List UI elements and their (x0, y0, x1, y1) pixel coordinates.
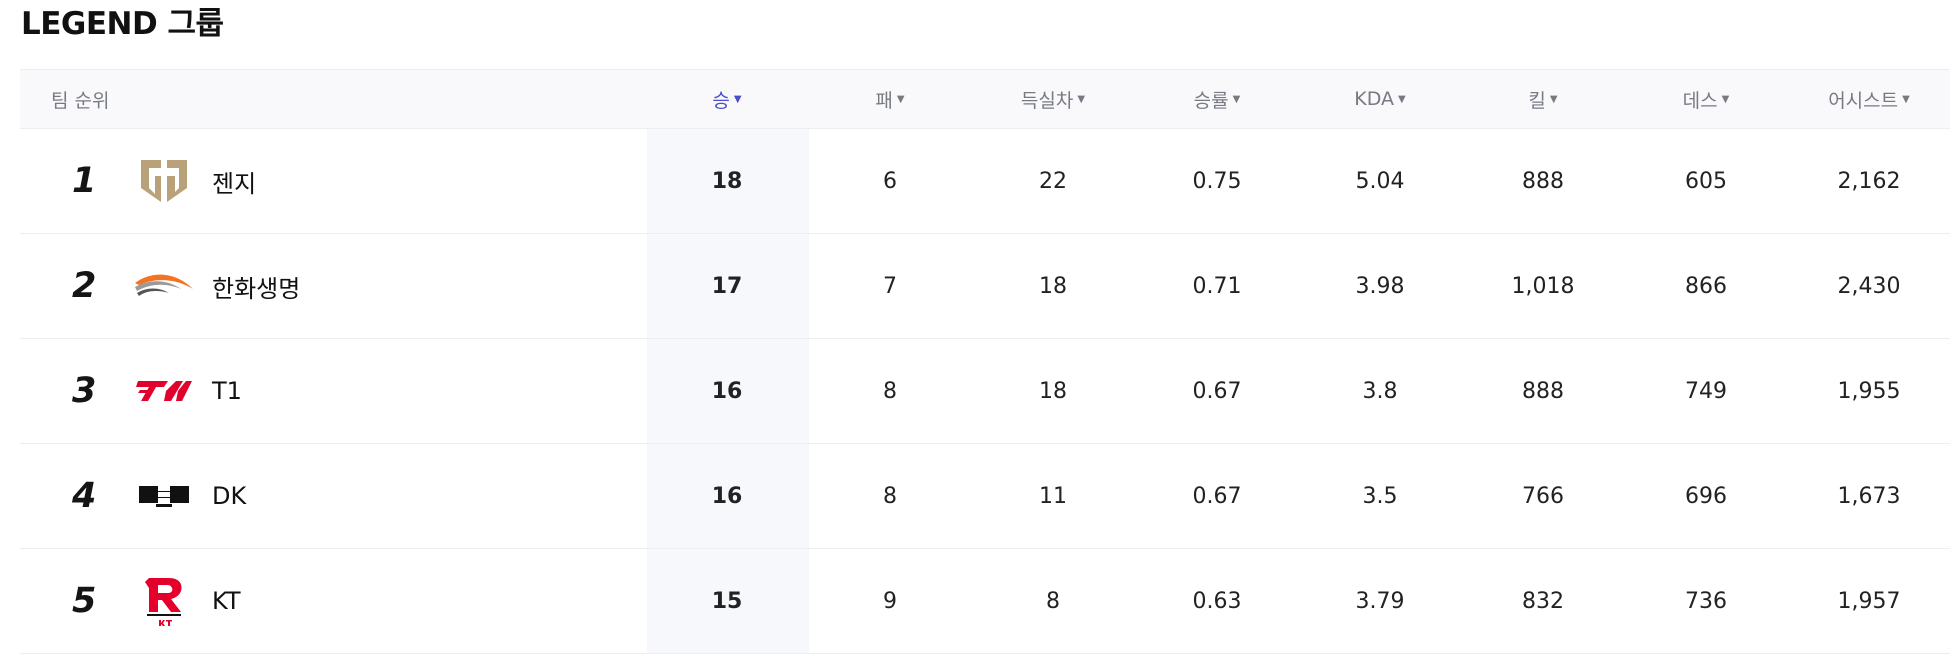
diff-cell: 18 (1039, 378, 1067, 404)
deaths-cell: 605 (1685, 168, 1727, 194)
table-row: 1 젠지 18 6 22 0.75 5.04 888 605 2,162 (20, 129, 1950, 234)
kills-cell: 832 (1522, 588, 1564, 614)
diff-cell: 8 (1046, 588, 1060, 614)
deaths-cell: 866 (1685, 273, 1727, 299)
sort-caret-icon: ▼ (1077, 94, 1086, 105)
t1-logo-icon (132, 361, 196, 421)
losses-cell: 9 (883, 588, 897, 614)
losses-cell: 8 (883, 378, 897, 404)
wins-cell: 15 (711, 588, 743, 614)
rank-number: 3 (72, 371, 97, 411)
kda-cell: 3.5 (1362, 483, 1398, 509)
sort-caret-icon: ▼ (733, 94, 742, 105)
gen-g-logo-icon (132, 151, 196, 211)
header-losses[interactable]: 패 ▼ (875, 70, 904, 128)
kda-cell: 5.04 (1355, 168, 1405, 194)
sort-caret-icon: ▼ (1549, 94, 1558, 105)
winrate-cell: 0.75 (1192, 168, 1242, 194)
assists-cell: 2,162 (1837, 168, 1901, 194)
team-name[interactable]: T1 (212, 339, 242, 443)
standings-table: 팀 순위 승 ▼ 패 ▼ 득실차 ▼ 승률 ▼ KDA ▼ 킬 ▼ 데스 ▼ 어… (20, 69, 1950, 654)
wins-cell: 16 (711, 378, 743, 404)
rank-number: 5 (72, 581, 97, 621)
wins-cell: 17 (711, 273, 743, 299)
header-kda-label: KDA (1354, 88, 1395, 110)
assists-cell: 2,430 (1837, 273, 1901, 299)
sort-caret-icon: ▼ (1398, 94, 1406, 105)
header-kda[interactable]: KDA ▼ (1354, 70, 1405, 128)
header-assists[interactable]: 어시스트 ▼ (1828, 70, 1910, 128)
team-name[interactable]: 한화생명 (212, 234, 300, 338)
header-wins-label: 승 (712, 89, 730, 112)
sort-caret-icon: ▼ (1232, 94, 1241, 105)
team-name[interactable]: DK (212, 444, 246, 548)
wins-cell: 18 (711, 168, 743, 194)
hanwha-life-logo-icon (132, 256, 196, 316)
team-name[interactable]: KT (212, 549, 241, 653)
losses-cell: 7 (883, 273, 897, 299)
kda-cell: 3.79 (1355, 588, 1405, 614)
kda-cell: 3.8 (1362, 378, 1398, 404)
deaths-cell: 736 (1685, 588, 1727, 614)
table-row: 5 KT 15 9 8 0.63 3.79 832 736 1,957 (20, 549, 1950, 654)
header-assists-label: 어시스트 (1828, 89, 1899, 112)
sort-caret-icon: ▼ (1902, 94, 1910, 105)
sort-caret-icon: ▼ (896, 94, 905, 105)
winrate-cell: 0.67 (1192, 483, 1242, 509)
header-diff-label: 득실차 (1020, 89, 1074, 112)
header-wins[interactable]: 승 ▼ (712, 70, 741, 128)
table-row: 4 DK 16 8 11 0.67 3.5 766 696 1,673 (20, 444, 1950, 549)
wins-cell: 16 (711, 483, 743, 509)
header-team-rank: 팀 순위 (51, 89, 110, 112)
header-winrate-label: 승률 (1193, 89, 1229, 112)
diff-cell: 22 (1039, 168, 1067, 194)
kills-cell: 888 (1522, 168, 1564, 194)
sort-caret-icon: ▼ (1721, 94, 1730, 105)
rank-number: 1 (72, 161, 97, 201)
winrate-cell: 0.63 (1192, 588, 1242, 614)
page-title: LEGEND 그룹 (21, 6, 224, 42)
rank-number: 2 (72, 266, 97, 306)
header-losses-label: 패 (875, 89, 893, 112)
diff-cell: 11 (1039, 483, 1067, 509)
table-header: 팀 순위 승 ▼ 패 ▼ 득실차 ▼ 승률 ▼ KDA ▼ 킬 ▼ 데스 ▼ 어… (20, 69, 1950, 129)
header-kills-label: 킬 (1528, 89, 1546, 112)
dk-logo-icon (132, 466, 196, 526)
header-kills[interactable]: 킬 ▼ (1528, 70, 1557, 128)
diff-cell: 18 (1039, 273, 1067, 299)
losses-cell: 8 (883, 483, 897, 509)
assists-cell: 1,673 (1837, 483, 1901, 509)
deaths-cell: 749 (1685, 378, 1727, 404)
header-deaths[interactable]: 데스 ▼ (1683, 70, 1730, 128)
header-winrate[interactable]: 승률 ▼ (1194, 70, 1241, 128)
assists-cell: 1,955 (1837, 378, 1901, 404)
kills-cell: 888 (1522, 378, 1564, 404)
kills-cell: 766 (1522, 483, 1564, 509)
rank-number: 4 (72, 476, 97, 516)
kda-cell: 3.98 (1355, 273, 1405, 299)
assists-cell: 1,957 (1837, 588, 1901, 614)
kt-rolster-logo-icon (132, 571, 196, 631)
header-deaths-label: 데스 (1682, 89, 1718, 112)
header-diff[interactable]: 득실차 ▼ (1021, 70, 1085, 128)
deaths-cell: 696 (1685, 483, 1727, 509)
kills-cell: 1,018 (1511, 273, 1575, 299)
losses-cell: 6 (883, 168, 897, 194)
table-row: 3 T1 16 8 18 0.67 3.8 888 749 1,955 (20, 339, 1950, 444)
winrate-cell: 0.67 (1192, 378, 1242, 404)
table-row: 2 한화생명 17 7 18 0.71 3.98 1,018 866 2,430 (20, 234, 1950, 339)
winrate-cell: 0.71 (1192, 273, 1242, 299)
team-name[interactable]: 젠지 (212, 129, 256, 233)
